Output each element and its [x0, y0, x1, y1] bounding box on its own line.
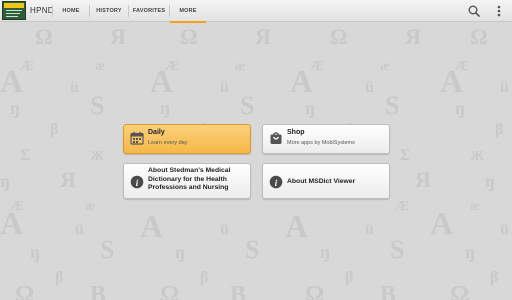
svg-text:ŋ: ŋ	[30, 242, 40, 262]
tab-home-label: HOME	[62, 8, 80, 14]
svg-text:β: β	[490, 269, 498, 286]
search-icon[interactable]	[467, 4, 481, 18]
about-viewer-button[interactable]: i About MSDict Viewer	[262, 163, 390, 199]
svg-text:S: S	[240, 91, 254, 120]
svg-text:Ω: Ω	[180, 24, 198, 49]
svg-text:ŋ: ŋ	[320, 242, 330, 262]
svg-text:Æ: Æ	[395, 199, 409, 214]
svg-text:β: β	[50, 121, 58, 138]
tab-home[interactable]: HOME	[53, 0, 89, 22]
svg-text:ŋ: ŋ	[465, 242, 475, 262]
svg-text:A: A	[150, 63, 173, 99]
svg-text:ŋ: ŋ	[485, 171, 495, 191]
tab-more[interactable]: MORE	[170, 0, 206, 23]
daily-subtitle: Learn every day	[148, 140, 188, 146]
svg-text:Ω: Ω	[160, 282, 179, 300]
tab-history-label: HISTORY	[96, 8, 122, 14]
svg-text:A: A	[0, 63, 23, 99]
svg-text:æ: æ	[470, 199, 480, 214]
tab-more-label: MORE	[179, 8, 197, 14]
action-bar: HPND HOME HISTORY FAVORITES MORE	[0, 0, 512, 23]
svg-text:ü: ü	[220, 79, 229, 96]
svg-text:A: A	[430, 205, 453, 241]
svg-text:A: A	[290, 63, 313, 99]
svg-text:S: S	[100, 235, 114, 264]
info-icon: i	[130, 175, 144, 189]
svg-text:S: S	[390, 235, 404, 264]
tab-favorites-label: FAVORITES	[132, 8, 166, 14]
svg-text:Я: Я	[110, 24, 126, 49]
overflow-menu-icon[interactable]	[492, 4, 506, 18]
svg-text:ü: ü	[500, 79, 509, 96]
daily-button[interactable]: Daily Learn every day	[123, 124, 251, 154]
svg-text:A: A	[440, 63, 463, 99]
tab-favorites[interactable]: FAVORITES	[129, 0, 169, 22]
svg-text:β: β	[495, 121, 503, 138]
about-viewer-label: About MSDict Viewer	[287, 178, 356, 185]
svg-text:ŋ: ŋ	[0, 171, 10, 191]
svg-text:æ: æ	[380, 59, 390, 74]
svg-text:ü: ü	[500, 221, 509, 238]
svg-text:Σ: Σ	[20, 147, 30, 164]
svg-text:β: β	[200, 269, 208, 286]
svg-text:ü: ü	[75, 221, 84, 238]
svg-text:Ж: Ж	[90, 149, 104, 164]
shop-title: Shop	[287, 129, 305, 136]
svg-text:Ω: Ω	[450, 282, 469, 300]
svg-text:ü: ü	[220, 221, 229, 238]
daily-title: Daily	[148, 129, 165, 136]
info-icon: i	[269, 175, 283, 189]
svg-text:ŋ: ŋ	[455, 98, 465, 118]
svg-text:S: S	[385, 91, 399, 120]
about-dictionary-button[interactable]: i About Stedman's Medical Dictionary for…	[123, 163, 251, 199]
svg-text:β: β	[345, 269, 353, 286]
svg-text:A: A	[285, 208, 308, 244]
svg-text:S: S	[90, 91, 104, 120]
svg-text:Я: Я	[255, 24, 271, 49]
svg-text:B: B	[90, 282, 106, 300]
shop-button[interactable]: Shop More apps by MobiSystems	[262, 124, 390, 154]
svg-text:ü: ü	[365, 79, 374, 96]
svg-text:Ω: Ω	[35, 24, 53, 49]
shopping-bag-icon	[269, 131, 283, 145]
app-title: HPND	[30, 6, 54, 15]
dictionary-book-icon[interactable]	[2, 1, 26, 20]
svg-text:æ: æ	[235, 59, 245, 74]
shop-subtitle: More apps by MobiSystems	[287, 140, 355, 146]
svg-text:ŋ: ŋ	[160, 98, 170, 118]
svg-text:Я: Я	[415, 167, 431, 192]
svg-text:Ω: Ω	[330, 24, 348, 49]
svg-text:B: B	[380, 282, 396, 300]
svg-text:A: A	[140, 208, 163, 244]
svg-text:S: S	[245, 235, 259, 264]
svg-text:Я: Я	[405, 24, 421, 49]
svg-text:Ж: Ж	[470, 149, 484, 164]
svg-text:ü: ü	[365, 221, 374, 238]
svg-text:Я: Я	[60, 167, 76, 192]
svg-text:Σ: Σ	[400, 147, 410, 164]
svg-text:ŋ: ŋ	[10, 98, 20, 118]
svg-text:Ω: Ω	[305, 282, 324, 300]
calendar-icon	[130, 131, 144, 145]
svg-text:ü: ü	[70, 79, 79, 96]
svg-text:Ω: Ω	[470, 24, 488, 49]
tab-history[interactable]: HISTORY	[90, 0, 128, 22]
about-dictionary-label: About Stedman's Medical Dictionary for t…	[148, 167, 231, 191]
svg-text:Ω: Ω	[15, 282, 34, 300]
decorative-letter-background: Ω Я Ω Я Ω Я Ω Æ æ Æ æ Æ æ Æ A ü A ü A ü …	[0, 22, 512, 300]
svg-text:B: B	[230, 282, 246, 300]
svg-text:β: β	[55, 269, 63, 286]
svg-text:æ: æ	[85, 199, 95, 214]
svg-text:A: A	[0, 205, 23, 241]
svg-text:ŋ: ŋ	[305, 98, 315, 118]
svg-text:æ: æ	[95, 59, 105, 74]
svg-text:ŋ: ŋ	[175, 242, 185, 262]
